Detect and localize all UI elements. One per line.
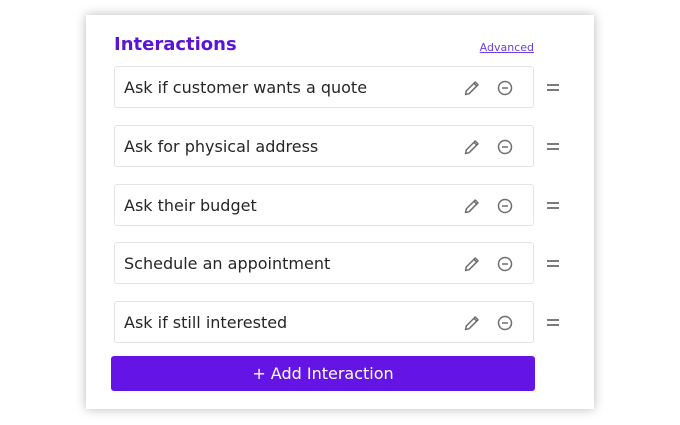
interaction-item[interactable]: Ask their budget [114, 184, 534, 226]
drag-handle-icon[interactable] [546, 242, 562, 284]
interaction-item[interactable]: Ask for physical address [114, 125, 534, 167]
interaction-label: Ask if customer wants a quote [124, 78, 368, 97]
drag-handle-icon[interactable] [546, 66, 562, 108]
interaction-label: Ask for physical address [124, 137, 319, 156]
pencil-icon[interactable] [462, 196, 482, 216]
minus-circle-icon[interactable] [495, 196, 515, 216]
drag-handle-icon[interactable] [546, 125, 562, 167]
interaction-label: Ask their budget [124, 196, 257, 215]
interaction-label: Ask if still interested [124, 313, 288, 332]
minus-circle-icon[interactable] [495, 78, 515, 98]
interaction-item[interactable]: Schedule an appointment [114, 242, 534, 284]
drag-handle-icon[interactable] [546, 184, 562, 226]
drag-handle-icon[interactable] [546, 301, 562, 343]
minus-circle-icon[interactable] [495, 137, 515, 157]
advanced-link[interactable]: Advanced [480, 41, 534, 54]
pencil-icon[interactable] [462, 78, 482, 98]
interactions-panel: Interactions Advanced Ask if customer wa… [86, 15, 594, 409]
pencil-icon[interactable] [462, 313, 482, 333]
minus-circle-icon[interactable] [495, 313, 515, 333]
panel-title: Interactions [114, 34, 237, 55]
add-interaction-button[interactable]: + Add Interaction [111, 356, 535, 391]
interaction-item[interactable]: Ask if still interested [114, 301, 534, 343]
minus-circle-icon[interactable] [495, 254, 515, 274]
interaction-item[interactable]: Ask if customer wants a quote [114, 66, 534, 108]
pencil-icon[interactable] [462, 137, 482, 157]
pencil-icon[interactable] [462, 254, 482, 274]
interaction-label: Schedule an appointment [124, 254, 331, 273]
